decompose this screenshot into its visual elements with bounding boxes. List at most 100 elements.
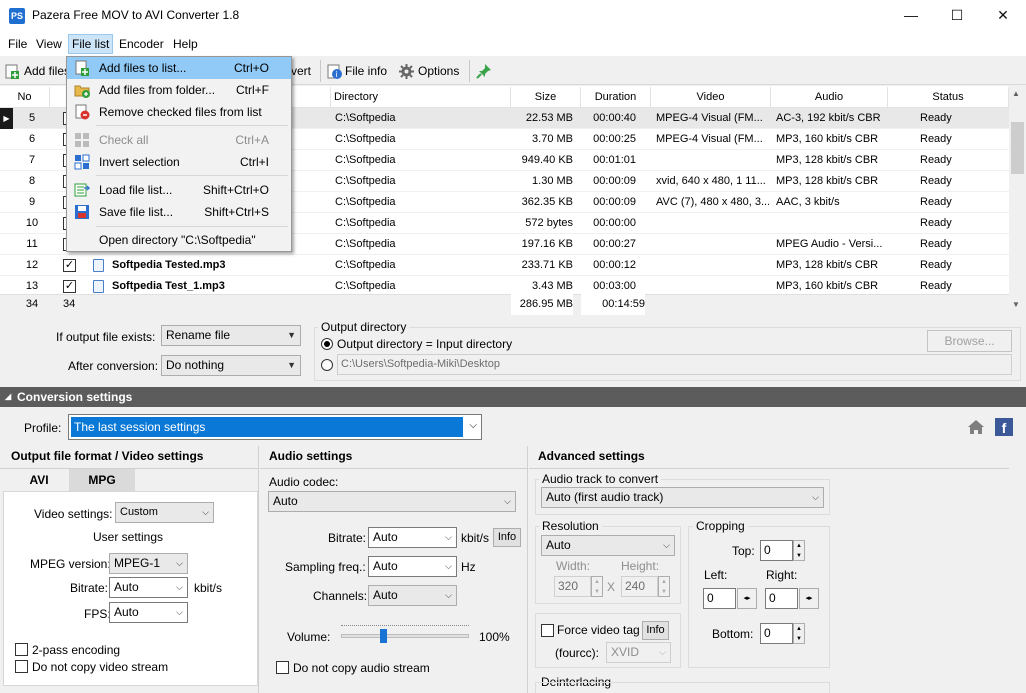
menu-item-remove-checked-files-from-list[interactable]: Remove checked files from list xyxy=(67,101,291,123)
menu-item-invert-selection[interactable]: Invert selection Ctrl+I xyxy=(67,151,291,173)
column-header-no[interactable]: No xyxy=(0,87,50,108)
check-all-icon xyxy=(74,132,90,148)
mpeg-version-select[interactable]: MPEG-1 ⌵ xyxy=(109,553,188,574)
crop-right-input[interactable]: 0 xyxy=(765,588,798,609)
force-video-tag-checkbox[interactable] xyxy=(541,624,554,637)
audio-bitrate-info-button[interactable]: Info xyxy=(493,528,521,547)
two-pass-checkbox[interactable] xyxy=(15,643,28,656)
pin-icon[interactable] xyxy=(476,62,493,79)
crop-top-input[interactable]: 0 xyxy=(760,540,793,561)
menu-file-list[interactable]: File list xyxy=(68,34,114,54)
profile-label: Profile: xyxy=(24,421,62,435)
fps-value: Auto xyxy=(114,605,139,619)
cell-audio: MP3, 160 kbit/s CBR xyxy=(776,133,879,145)
height-spinner[interactable]: ▲ ▼ xyxy=(658,576,670,597)
channels-select[interactable]: Auto ⌵ xyxy=(368,585,457,606)
cell-audio: MP3, 128 kbit/s CBR xyxy=(776,175,879,187)
menu-encoder[interactable]: Encoder xyxy=(116,34,167,54)
menu-item-load-file-list[interactable]: Load file list... Shift+Ctrl+O xyxy=(67,179,291,201)
menu-item-save-file-list[interactable]: Save file list... Shift+Ctrl+S xyxy=(67,201,291,223)
video-settings-select[interactable]: Custom ⌵ xyxy=(115,502,214,523)
no-copy-audio-checkbox[interactable] xyxy=(276,661,289,674)
custom-directory-field[interactable]: C:\Users\Softpedia-Miki\Desktop xyxy=(337,354,1012,375)
menu-item-shortcut: Ctrl+F xyxy=(236,83,269,97)
menu-item-add-files-to-list[interactable]: Add files to list... Ctrl+O xyxy=(67,57,291,79)
add-files-button[interactable]: Add files xyxy=(24,62,70,80)
menu-file[interactable]: File xyxy=(5,34,30,54)
column-header-size[interactable]: Size xyxy=(511,87,581,108)
menu-view[interactable]: View xyxy=(33,34,65,54)
browse-button[interactable]: Browse... xyxy=(927,330,1012,352)
scroll-up-icon[interactable]: ▲ xyxy=(1012,89,1020,98)
row-checkbox[interactable]: ✓ xyxy=(63,259,76,272)
audio-bitrate-input[interactable]: Auto ⌵ xyxy=(368,527,457,548)
column-header-directory[interactable]: Directory xyxy=(331,87,511,108)
chevron-down-icon: ⌵ xyxy=(445,590,452,600)
profile-value: The last session settings xyxy=(71,417,463,437)
cell-no: 8 xyxy=(28,175,36,187)
crop-bottom-input[interactable]: 0 xyxy=(760,623,793,644)
grid-scrollbar-thumb[interactable] xyxy=(1011,122,1024,174)
chevron-down-icon: ⌵ xyxy=(504,496,511,506)
cell-size: 572 bytes xyxy=(525,217,573,229)
fourcc-info-button[interactable]: Info xyxy=(642,621,669,640)
audio-track-value: Auto (first audio track) xyxy=(546,490,664,504)
cell-size: 197.16 KB xyxy=(521,238,573,250)
crop-left-spinner[interactable]: ◂▸ xyxy=(737,588,757,609)
column-header-video[interactable]: Video xyxy=(651,87,771,108)
facebook-icon[interactable]: f xyxy=(995,418,1013,436)
crop-bottom-spinner[interactable]: ▲ ▼ xyxy=(793,623,805,644)
width-input[interactable]: 320 xyxy=(554,576,591,597)
summary-total-duration: 00:14:59 xyxy=(581,294,645,315)
if-exists-select[interactable]: Rename file ▼ xyxy=(161,325,301,346)
scroll-down-icon[interactable]: ▼ xyxy=(1012,300,1020,309)
maximize-button[interactable]: ☐ xyxy=(934,0,980,30)
menu-item-open-directory-c-softpedia[interactable]: Open directory "C:\Softpedia" xyxy=(67,229,291,251)
width-spinner[interactable]: ▲ ▼ xyxy=(591,576,603,597)
home-icon[interactable] xyxy=(967,419,985,435)
fourcc-select[interactable]: XVID ⌵ xyxy=(606,642,671,663)
menu-separator xyxy=(96,175,288,176)
volume-slider[interactable] xyxy=(341,634,469,638)
fps-input[interactable]: Auto ⌵ xyxy=(109,602,188,623)
convert-button[interactable]: vert xyxy=(291,62,311,80)
profile-select[interactable]: The last session settings ⌵ xyxy=(68,414,482,440)
close-button[interactable]: ✕ xyxy=(980,0,1026,30)
conversion-settings-header[interactable]: ◢ Conversion settings xyxy=(0,387,1026,407)
radio-input-directory[interactable] xyxy=(321,338,333,350)
file-info-button[interactable]: File info xyxy=(345,62,387,80)
menu-help[interactable]: Help xyxy=(170,34,201,54)
radio-custom-directory[interactable] xyxy=(321,359,333,371)
height-label: Height: xyxy=(621,559,660,573)
tab-avi[interactable]: AVI xyxy=(9,469,69,491)
menu-item-check-all[interactable]: Check all Ctrl+A xyxy=(67,129,291,151)
crop-left-input[interactable]: 0 xyxy=(703,588,736,609)
after-conversion-select[interactable]: Do nothing ▼ xyxy=(161,355,301,376)
column-header-duration[interactable]: Duration xyxy=(581,87,651,108)
cell-duration: 00:00:27 xyxy=(593,238,636,250)
if-exists-label: If output file exists: xyxy=(56,330,156,344)
tab-mpg[interactable]: MPG xyxy=(69,469,135,491)
cell-video: AVC (7), 480 x 480, 3... xyxy=(656,196,769,208)
options-button[interactable]: Options xyxy=(418,62,459,80)
grid-scrollbar[interactable] xyxy=(1009,86,1026,313)
resolution-select[interactable]: Auto ⌵ xyxy=(541,535,675,556)
sampling-input[interactable]: Auto ⌵ xyxy=(368,556,457,577)
audio-track-select[interactable]: Auto (first audio track) ⌵ xyxy=(541,487,824,508)
menu-item-add-files-from-folder[interactable]: Add files from folder... Ctrl+F xyxy=(67,79,291,101)
crop-right-spinner[interactable]: ◂▸ xyxy=(799,588,819,609)
column-header-status[interactable]: Status xyxy=(888,87,1009,108)
video-bitrate-input[interactable]: Auto ⌵ xyxy=(109,577,188,598)
no-copy-video-checkbox[interactable] xyxy=(15,660,28,673)
audio-codec-select[interactable]: Auto ⌵ xyxy=(268,491,516,512)
minimize-button[interactable]: — xyxy=(888,0,934,30)
settings-scrollbar[interactable] xyxy=(1009,446,1026,693)
svg-text:i: i xyxy=(336,70,338,79)
height-input[interactable]: 240 xyxy=(621,576,658,597)
crop-top-spinner[interactable]: ▲ ▼ xyxy=(793,540,805,561)
cell-directory: C:\Softpedia xyxy=(335,217,396,229)
row-checkbox[interactable]: ✓ xyxy=(63,280,76,293)
sampling-value: Auto xyxy=(373,559,398,573)
volume-slider-thumb[interactable] xyxy=(380,629,388,643)
column-header-audio[interactable]: Audio xyxy=(771,87,888,108)
